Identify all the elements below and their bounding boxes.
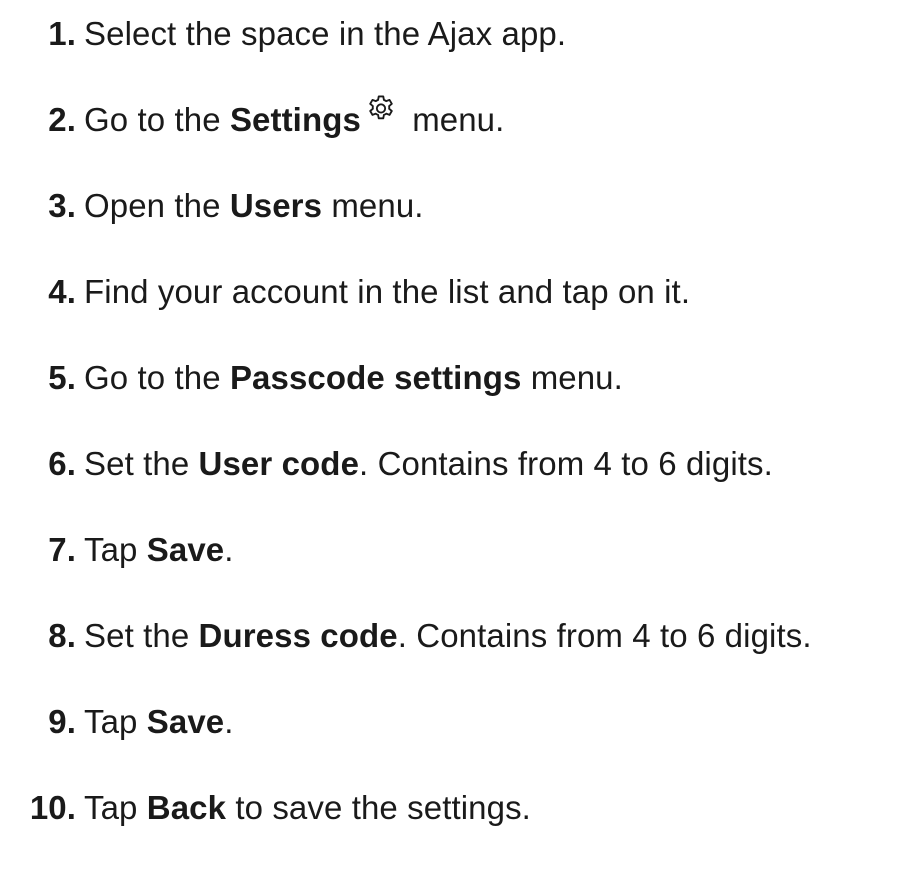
step-text: Set the User code. Contains from 4 to 6 … — [84, 445, 773, 482]
step-text: Select the space in the Ajax app. — [84, 15, 567, 52]
step-6: 6. Set the User code. Contains from 4 to… — [0, 440, 773, 488]
step-5: 5. Go to the Passcode settings menu. — [0, 354, 623, 402]
step-number: 6. — [48, 445, 76, 482]
step-number: 1. — [48, 15, 76, 52]
step-number: 4. — [48, 273, 76, 310]
step-number: 2. — [48, 101, 76, 138]
users-label: Users — [229, 187, 323, 224]
step-number: 8. — [48, 617, 76, 654]
step-9: 9. Tap Save. — [0, 698, 234, 746]
duress-code-label: Duress code — [198, 617, 398, 654]
step-text: Set the Duress code. Contains from 4 to … — [84, 617, 812, 654]
step-text: Go to the Passcode settings menu. — [84, 359, 623, 396]
step-text: Find your account in the list and tap on… — [84, 273, 691, 310]
step-text: Open the Users menu. — [84, 187, 424, 224]
gear-icon — [365, 93, 397, 125]
step-2: 2. Go to the Settings menu. — [0, 95, 504, 144]
step-number: 3. — [48, 187, 76, 224]
step-number: 9. — [48, 703, 76, 740]
step-3: 3. Open the Users menu. — [0, 182, 424, 230]
step-8: 8. Set the Duress code. Contains from 4 … — [0, 612, 812, 660]
step-4: 4. Find your account in the list and tap… — [0, 268, 690, 316]
user-code-label: User code — [198, 445, 360, 482]
step-7: 7. Tap Save. — [0, 526, 234, 574]
step-number: 7. — [48, 531, 76, 568]
settings-label: Settings — [229, 101, 361, 138]
step-number: 5. — [48, 359, 76, 396]
save-label: Save — [146, 703, 225, 740]
save-label: Save — [146, 531, 225, 568]
step-1: 1. Select the space in the Ajax app. — [0, 10, 566, 58]
step-text: Tap Save. — [84, 703, 234, 740]
back-label: Back — [146, 789, 227, 826]
step-text: Tap Back to save the settings. — [84, 789, 531, 826]
passcode-settings-label: Passcode settings — [229, 359, 522, 396]
step-10: 10. Tap Back to save the settings. — [0, 784, 531, 832]
step-number: 10. — [29, 789, 76, 826]
step-text: Go to the Settings menu. — [84, 95, 504, 139]
step-text: Tap Save. — [84, 531, 234, 568]
